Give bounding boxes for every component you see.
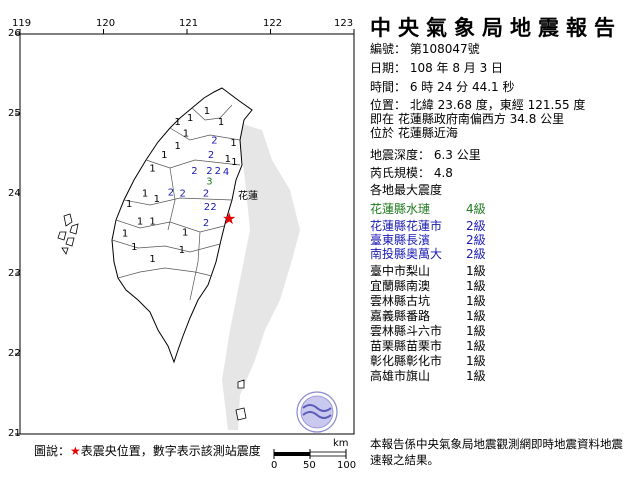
station-intensity-marker: 2	[204, 202, 210, 213]
epicenter-star-icon: ★	[222, 209, 236, 228]
station-intensity-marker: 1	[204, 106, 210, 117]
y-tick-23: 23	[8, 268, 21, 279]
map-legend: 圖說：★表震央位置，數字表示該測站震度	[34, 442, 261, 459]
intensity-heading: 各地最大震度	[370, 183, 443, 197]
y-tick-24: 24	[8, 188, 21, 199]
station-intensity-marker: 1	[225, 154, 231, 165]
y-tick-21: 21	[8, 428, 21, 439]
report-date: 日期： 108 年 8 月 3 日	[370, 61, 504, 75]
station-level: 2級	[466, 233, 486, 247]
station-intensity-marker: 1	[137, 216, 143, 227]
station-intensity-marker: 1	[187, 113, 193, 124]
station-intensity-marker: 1	[154, 194, 160, 205]
station-level: 1級	[466, 309, 486, 323]
station-level: 2級	[466, 247, 486, 261]
station-intensity-marker: 1	[175, 117, 181, 128]
station-intensity-marker: 3	[206, 176, 212, 187]
x-tick-123: 123	[334, 18, 354, 29]
station-intensity-marker: 2	[208, 150, 214, 161]
cwb-logo	[296, 391, 338, 433]
map-panel: 花蓮 2222432222222111111111111111111111 ★ …	[0, 0, 356, 480]
report-located-in: 位於 花蓮縣近海	[370, 126, 458, 140]
report-number: 編號： 第108047號	[370, 42, 480, 56]
station-intensity-marker: 1	[161, 150, 167, 161]
station-intensity-marker: 1	[231, 157, 237, 168]
orchid-island	[235, 407, 247, 421]
station-level: 2級	[466, 219, 486, 233]
station-intensity-marker: 2	[168, 188, 174, 199]
scale-tick-50: 50	[303, 460, 316, 471]
station-intensity-marker: 2	[180, 188, 186, 199]
station-name: 花蓮縣水璉	[370, 202, 431, 216]
taiwan-map: 花蓮 22 2 2 432 22 2222 1111 11111111111 1111 11 ★	[15, 29, 355, 459]
scale-bar	[273, 449, 347, 459]
scale-tick-0: 0	[271, 460, 278, 471]
station-intensity-marker: 2	[210, 202, 216, 213]
report-footnote: 本報告係中央氣象局地震觀測網即時地震資料地震速報之結果。	[370, 437, 623, 467]
y-tick-25: 25	[8, 108, 21, 119]
station-name: 嘉義縣番路	[370, 309, 431, 323]
station-intensity-marker: 1	[183, 128, 189, 139]
station-intensity-marker: 2	[206, 166, 212, 177]
station-intensity-marker: 1	[149, 254, 155, 265]
station-name: 宜蘭縣南澳	[370, 279, 431, 293]
station-name: 彰化縣彰化市	[370, 354, 443, 368]
x-tick-121: 121	[179, 18, 199, 29]
scale-tick-100: 100	[337, 460, 357, 471]
station-level: 1級	[466, 339, 486, 353]
report-time: 時間： 6 時 24 分 44.1 秒	[370, 80, 515, 94]
station-level: 1級	[466, 354, 486, 368]
legend-text: 表震央位置，數字表示該測站震度	[80, 444, 261, 458]
station-intensity-marker: 2	[203, 188, 209, 199]
report-position: 位置： 北緯 23.68 度，東經 121.55 度	[370, 98, 586, 112]
y-tick-22: 22	[8, 348, 21, 359]
station-intensity-marker: 1	[126, 199, 132, 210]
report-magnitude: 芮氏規模： 4.8	[370, 166, 453, 180]
station-intensity-marker: 1	[179, 245, 185, 256]
station-name: 雲林縣古坑	[370, 294, 431, 308]
report-relative-location: 即在 花蓮縣政府南偏西方 34.8 公里	[370, 112, 565, 126]
report-depth: 地震深度： 6.3 公里	[370, 148, 481, 162]
station-intensity-marker: 1	[175, 141, 181, 152]
station-level: 1級	[466, 279, 486, 293]
station-intensity-marker: 4	[223, 167, 229, 178]
station-name: 高雄市旗山	[370, 369, 431, 383]
station-level: 4級	[466, 202, 486, 216]
legend-star-icon: ★	[70, 444, 81, 458]
station-intensity-marker: 2	[211, 136, 217, 147]
station-level: 1級	[466, 264, 486, 278]
station-name: 苗栗縣苗栗市	[370, 339, 443, 353]
station-intensity-marker: 2	[203, 218, 209, 229]
station-intensity-marker: 1	[142, 188, 148, 199]
station-intensity-marker: 1	[230, 138, 236, 149]
scale-unit: km	[333, 438, 349, 449]
station-intensity-marker: 1	[182, 228, 188, 239]
station-level: 1級	[466, 369, 486, 383]
station-intensity-marker: 1	[149, 216, 155, 227]
station-name: 花蓮縣花蓮市	[370, 219, 443, 233]
station-intensity-marker: 2	[215, 166, 221, 177]
station-name: 雲林縣斗六市	[370, 324, 443, 338]
x-tick-122: 122	[263, 18, 283, 29]
station-level: 1級	[466, 324, 486, 338]
station-name: 南投縣奧萬大	[370, 247, 443, 261]
station-intensity-marker: 1	[149, 164, 155, 175]
station-intensity-marker: 1	[218, 117, 224, 128]
legend-prefix: 圖說：	[34, 444, 71, 458]
hualien-label: 花蓮	[238, 189, 258, 202]
station-intensity-marker: 2	[191, 166, 197, 177]
x-tick-120: 120	[96, 18, 116, 29]
station-level: 1級	[466, 294, 486, 308]
station-intensity-marker: 1	[131, 242, 137, 253]
station-name: 臺中市梨山	[370, 264, 431, 278]
y-tick-26: 26	[8, 28, 21, 39]
report-title: 中央氣象局地震報告	[370, 16, 622, 40]
station-intensity-marker: 1	[122, 228, 128, 239]
station-name: 臺東縣長濱	[370, 233, 431, 247]
